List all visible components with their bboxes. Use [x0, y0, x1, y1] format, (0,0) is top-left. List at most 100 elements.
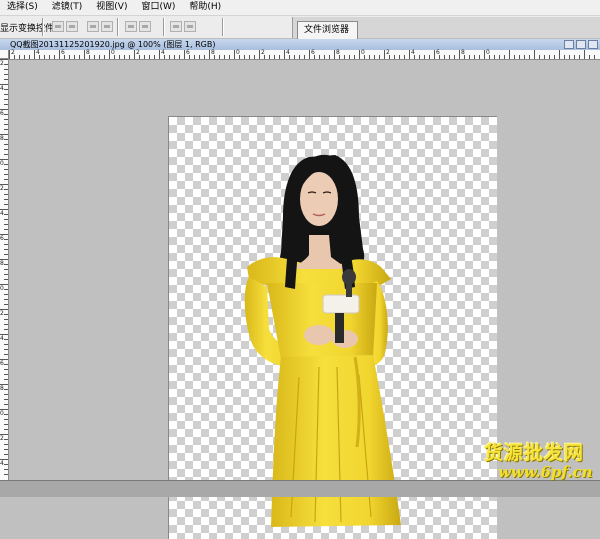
ruler-tick	[409, 50, 410, 59]
ruler-tick	[239, 55, 240, 59]
ruler-tick	[579, 55, 580, 59]
close-icon[interactable]	[588, 40, 598, 49]
ruler-tick	[4, 164, 8, 165]
ruler-tick	[514, 55, 515, 59]
ruler-tick	[29, 55, 30, 59]
maximize-icon[interactable]	[576, 40, 586, 49]
ruler-tick	[399, 55, 400, 59]
ruler-tick	[264, 55, 265, 59]
watermark-chinese: 货源批发网	[484, 442, 585, 464]
ruler-tick	[4, 414, 8, 415]
ruler-tick	[34, 50, 35, 59]
ruler-tick	[374, 55, 375, 59]
ruler-tick	[4, 214, 8, 215]
ruler-tick	[4, 94, 8, 95]
ruler-tick	[539, 55, 540, 59]
ruler-tick	[309, 50, 310, 59]
ruler-tick	[424, 55, 425, 59]
ruler-tick	[544, 55, 545, 59]
window-controls	[564, 40, 598, 49]
ruler-tick	[49, 55, 50, 59]
ruler-tick	[454, 55, 455, 59]
menu-bar: 选择(S) 滤镜(T) 视图(V) 窗口(W) 帮助(H)	[0, 0, 600, 16]
distribute-top-icon[interactable]	[125, 21, 137, 32]
ruler-tick	[564, 55, 565, 59]
align-vertical-center-icon[interactable]	[66, 21, 78, 32]
distribute-center-icon[interactable]	[139, 21, 151, 32]
ruler-tick	[559, 50, 560, 59]
ruler-tick	[104, 55, 105, 59]
minimize-icon[interactable]	[564, 40, 574, 49]
ruler-tick	[4, 69, 8, 70]
align-top-icon[interactable]	[52, 21, 64, 32]
ruler-tick	[274, 55, 275, 59]
ruler-tick	[4, 189, 8, 190]
ruler-tick	[119, 55, 120, 59]
ruler-tick	[329, 55, 330, 59]
ruler-tick	[4, 264, 8, 265]
ruler-tick	[4, 419, 8, 420]
ruler-tick	[4, 224, 8, 225]
ruler-tick	[279, 55, 280, 59]
ruler-origin[interactable]	[0, 50, 9, 59]
ruler-tick	[89, 55, 90, 59]
ruler-tick	[364, 55, 365, 59]
ruler-tick	[4, 349, 8, 350]
ruler-tick	[474, 55, 475, 59]
ruler-tick	[4, 344, 8, 345]
ruler-tick	[4, 179, 8, 180]
ruler-tick	[394, 55, 395, 59]
ruler-tick	[4, 229, 8, 230]
ruler-tick	[214, 55, 215, 59]
ruler-tick	[4, 464, 8, 465]
ruler-tick	[4, 119, 8, 120]
show-transform-controls-label[interactable]: 显示变换控件	[0, 21, 54, 34]
ruler-tick	[519, 55, 520, 59]
distribute-horizontal-center-icon[interactable]	[184, 21, 196, 32]
menu-select[interactable]: 选择(S)	[0, 0, 45, 15]
menu-filter[interactable]: 滤镜(T)	[45, 0, 90, 15]
menu-window[interactable]: 窗口(W)	[134, 0, 182, 15]
ruler-tick	[4, 129, 8, 130]
toolbar-separator	[222, 18, 224, 36]
ruler-tick	[39, 55, 40, 59]
ruler-tick	[114, 55, 115, 59]
ruler-tick	[149, 55, 150, 59]
ruler-tick	[204, 55, 205, 59]
ruler-tick	[334, 50, 335, 59]
ruler-tick	[419, 55, 420, 59]
ruler-tick	[24, 55, 25, 59]
ruler-tick	[4, 439, 8, 440]
ruler-left[interactable]: 24680246802468024	[0, 59, 9, 480]
image-canvas[interactable]	[168, 116, 497, 539]
ruler-tick	[4, 304, 8, 305]
ruler-tick	[429, 55, 430, 59]
align-left-icon[interactable]	[101, 21, 113, 32]
ruler-tick	[4, 154, 8, 155]
ruler-tick	[504, 55, 505, 59]
ruler-tick	[4, 324, 8, 325]
ruler-tick	[484, 50, 485, 59]
menu-view[interactable]: 视图(V)	[89, 0, 134, 15]
ruler-tick	[549, 55, 550, 59]
tab-file-browser[interactable]: 文件浏览器	[297, 21, 359, 39]
ruler-top[interactable]: 24680246802468024680	[9, 50, 600, 60]
menu-help[interactable]: 帮助(H)	[182, 0, 228, 15]
ruler-tick	[4, 204, 8, 205]
ruler-tick	[4, 319, 8, 320]
distribute-left-icon[interactable]	[170, 21, 182, 32]
document-title-bar[interactable]: QQ截图20131125201920.jpg @ 100% (图层 1, RGB…	[0, 39, 600, 50]
ruler-tick	[254, 55, 255, 59]
ruler-tick	[354, 55, 355, 59]
ruler-tick	[194, 55, 195, 59]
ruler-tick	[449, 55, 450, 59]
ruler-tick	[4, 74, 8, 75]
align-bottom-icon[interactable]	[87, 21, 99, 32]
ruler-tick	[159, 50, 160, 59]
ruler-tick	[344, 55, 345, 59]
ruler-tick	[314, 55, 315, 59]
ruler-tick	[4, 279, 8, 280]
ruler-tick	[349, 55, 350, 59]
ruler-tick	[284, 50, 285, 59]
ruler-tick	[4, 194, 8, 195]
